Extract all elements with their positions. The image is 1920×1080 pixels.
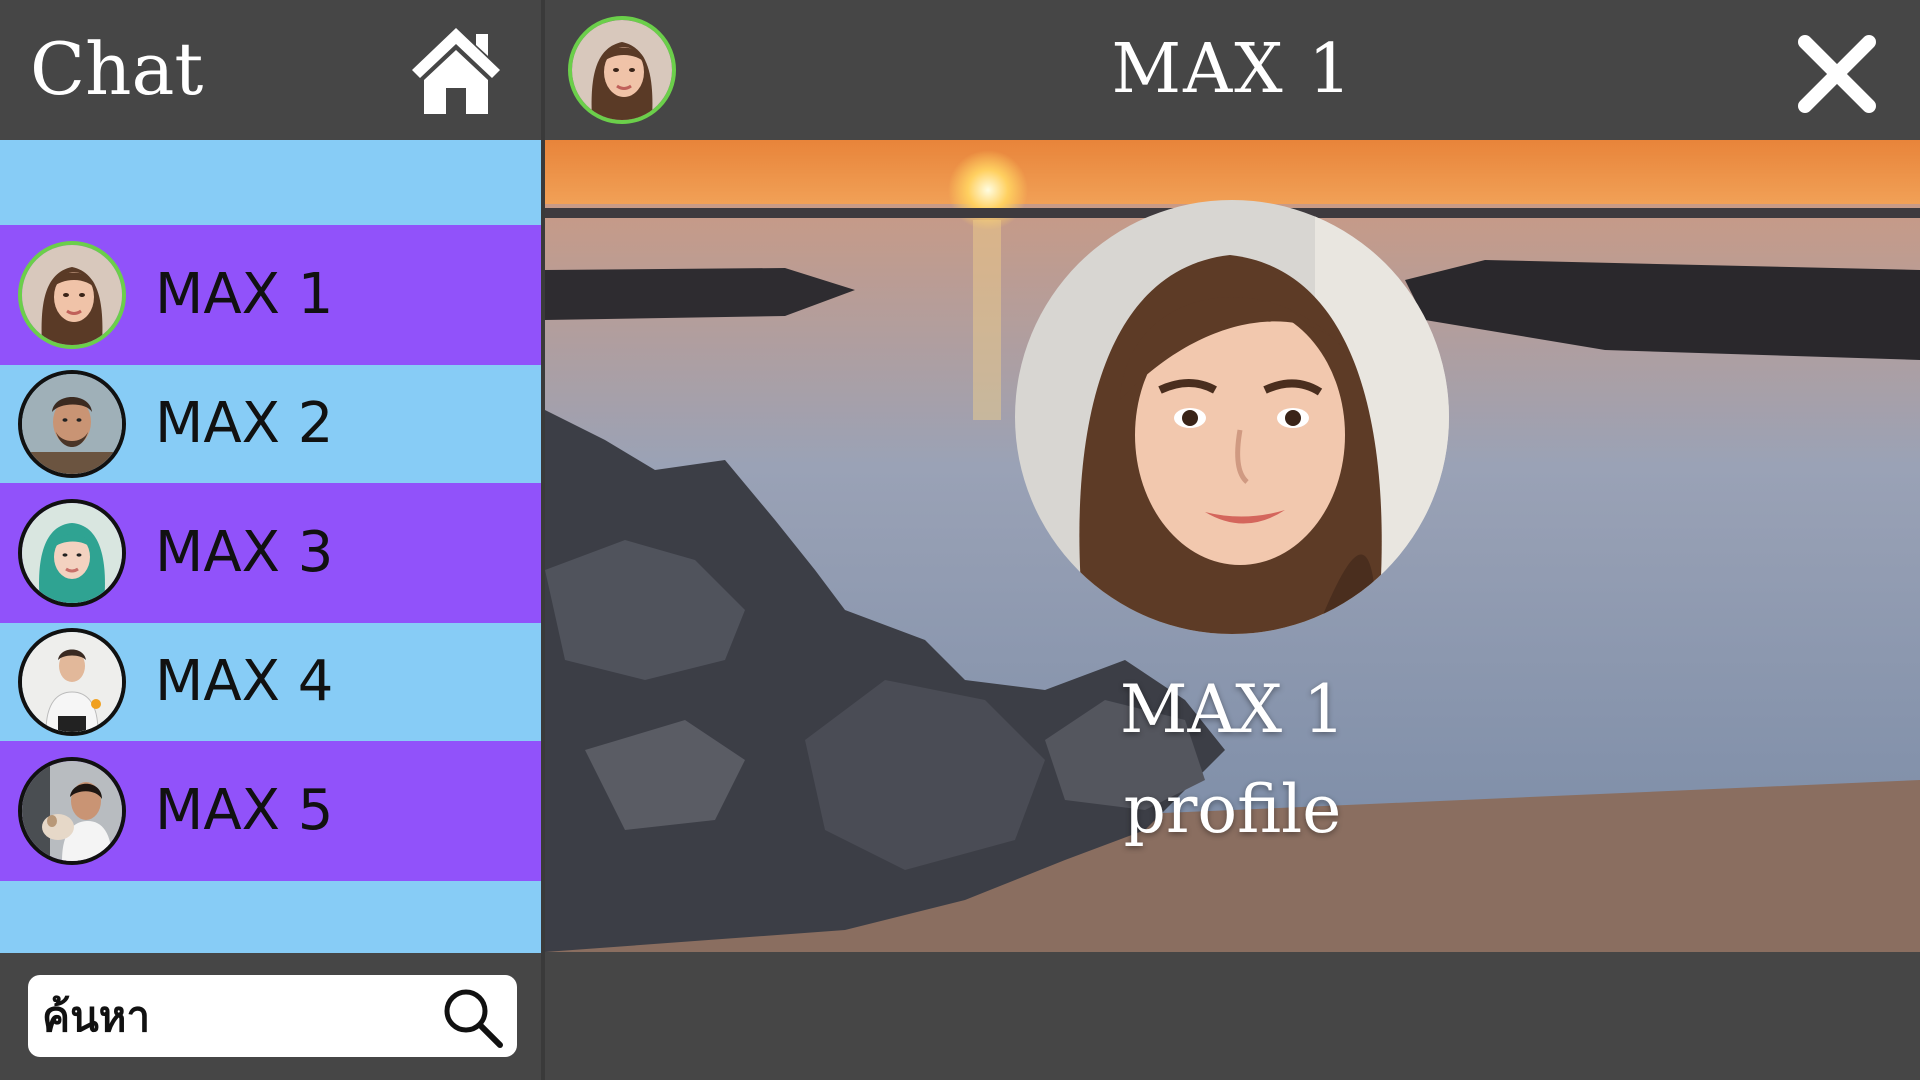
app-title: Chat bbox=[30, 27, 204, 111]
contact-name: MAX 5 bbox=[155, 778, 334, 843]
contact-item-max-2[interactable]: MAX 2 bbox=[0, 365, 541, 483]
contact-avatar bbox=[18, 628, 126, 736]
search-icon bbox=[444, 989, 503, 1048]
profile-view: MAX 1 profile bbox=[545, 140, 1920, 952]
chat-bottom-bar bbox=[545, 952, 1920, 1080]
sidebar: Chat MAX 1 MAX 2 MAX 3 MAX 4 MAX 5 ค้นหา bbox=[0, 0, 541, 1080]
profile-photo bbox=[1015, 200, 1449, 634]
contact-name: MAX 1 bbox=[155, 262, 334, 327]
close-button[interactable] bbox=[1795, 32, 1879, 116]
search-area bbox=[0, 953, 541, 1080]
sidebar-header: Chat bbox=[0, 0, 541, 140]
chat-title: MAX 1 bbox=[1111, 30, 1354, 109]
contact-avatar bbox=[18, 757, 126, 865]
contact-list: MAX 1 MAX 2 MAX 3 MAX 4 MAX 5 bbox=[0, 140, 541, 953]
profile-subtitle: profile bbox=[1123, 771, 1342, 848]
contact-avatar bbox=[18, 499, 126, 607]
contact-avatar bbox=[18, 241, 126, 349]
contact-name: MAX 4 bbox=[155, 649, 334, 714]
search-box bbox=[28, 975, 517, 1057]
search-button[interactable] bbox=[440, 985, 506, 1049]
contact-item-max-4[interactable]: MAX 4 bbox=[0, 623, 541, 741]
search-input[interactable] bbox=[42, 983, 442, 1049]
chat-header: MAX 1 bbox=[545, 0, 1920, 140]
contact-item-max-1[interactable]: MAX 1 bbox=[0, 225, 541, 365]
contact-name: MAX 3 bbox=[155, 520, 334, 585]
contact-item-max-3[interactable]: MAX 3 bbox=[0, 483, 541, 623]
profile-name: MAX 1 bbox=[1119, 671, 1346, 748]
contact-item-max-5[interactable]: MAX 5 bbox=[0, 741, 541, 881]
contact-name: MAX 2 bbox=[155, 391, 334, 456]
close-icon bbox=[1798, 35, 1876, 113]
home-icon bbox=[412, 28, 500, 114]
home-button[interactable] bbox=[408, 24, 504, 116]
contact-avatar bbox=[18, 370, 126, 478]
